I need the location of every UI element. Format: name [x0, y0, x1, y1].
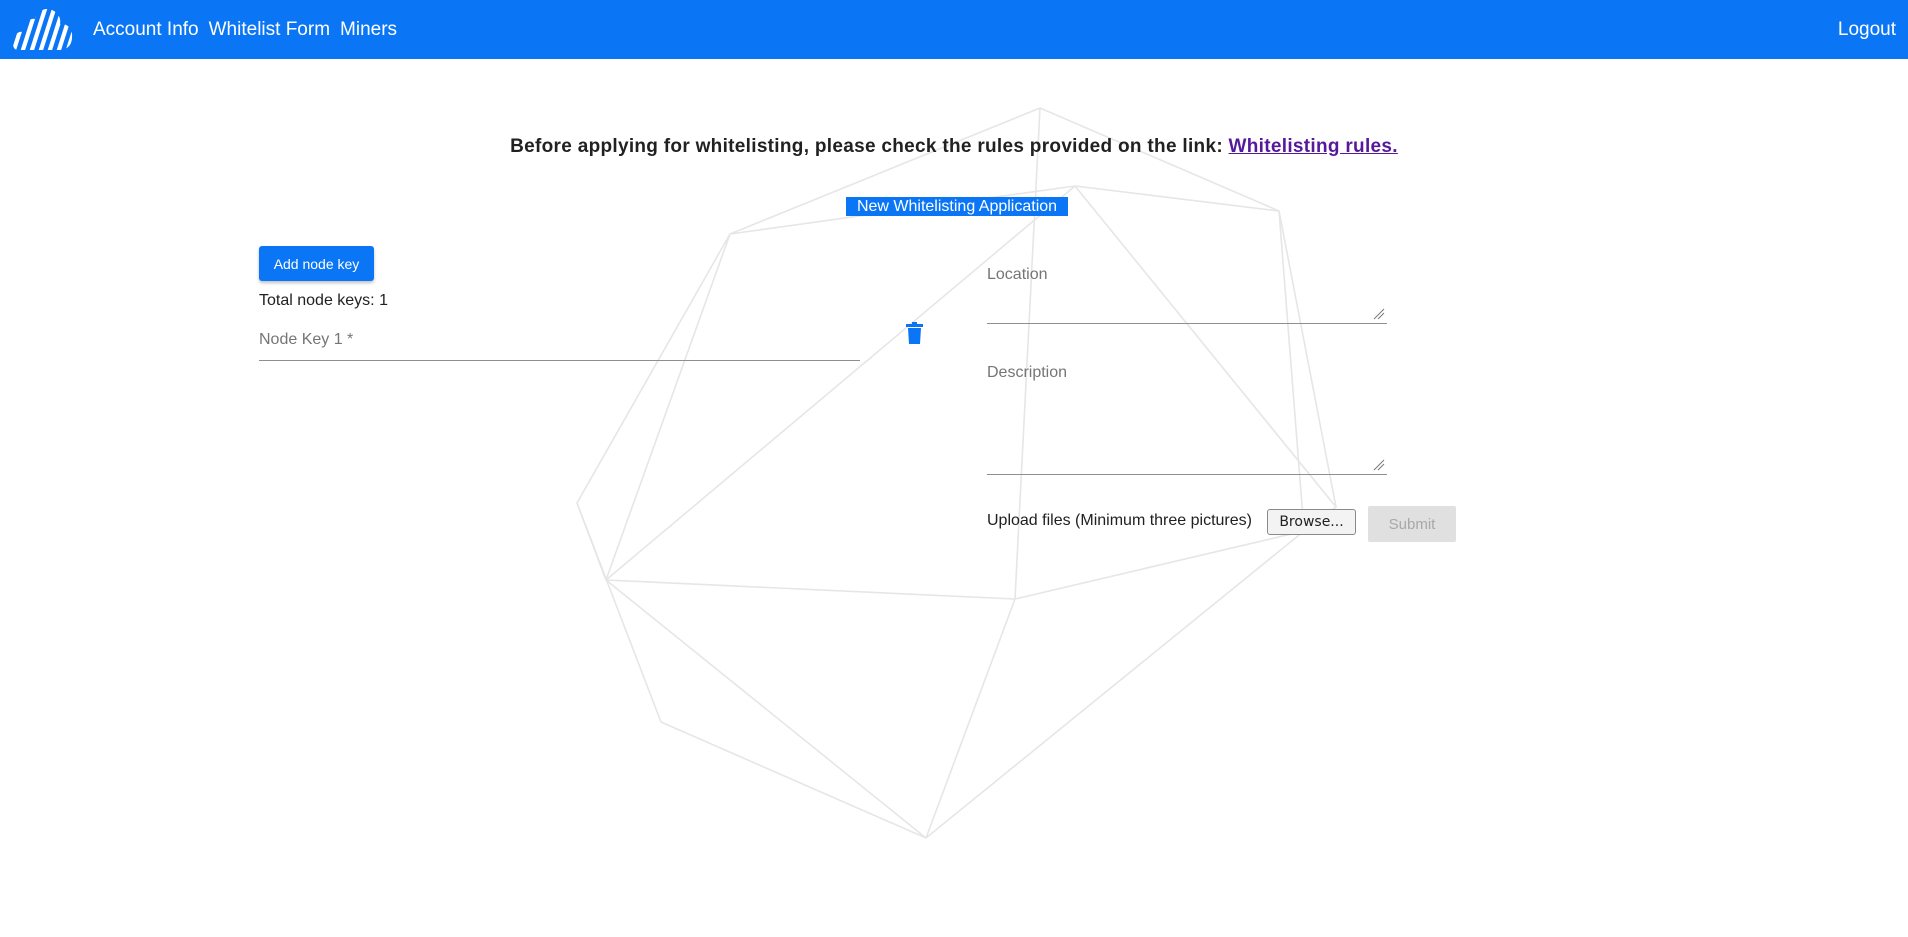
location-label: Location [987, 266, 1048, 283]
node-key-1-field[interactable]: Node Key 1 * [259, 322, 860, 361]
background-wireframe [576, 107, 1337, 839]
nav-account-info[interactable]: Account Info [93, 19, 199, 41]
cloud-stripes-icon[interactable] [12, 6, 74, 52]
form-title: New Whitelisting Application [846, 197, 1068, 216]
whitelisting-rules-link[interactable]: Whitelisting rules. [1229, 136, 1398, 157]
location-field[interactable]: Location [987, 262, 1387, 324]
description-label: Description [987, 364, 1068, 381]
top-navbar: Account Info Whitelist Form Miners Logou… [0, 0, 1908, 59]
total-node-keys: Total node keys: 1 [259, 292, 388, 309]
node-key-1-label: Node Key 1 * [259, 331, 354, 348]
trash-icon[interactable] [906, 322, 923, 344]
upload-files-label: Upload files (Minimum three pictures) [987, 512, 1252, 529]
nav-miners[interactable]: Miners [340, 19, 397, 41]
resize-grip-icon[interactable] [1373, 459, 1385, 471]
resize-grip-icon[interactable] [1373, 308, 1385, 320]
logout-link[interactable]: Logout [1838, 0, 1896, 59]
submit-button: Submit [1368, 506, 1456, 542]
notice-text: Before applying for whitelisting, please… [510, 136, 1229, 157]
nav-whitelist-form[interactable]: Whitelist Form [209, 19, 330, 41]
browse-button[interactable]: Browse... [1267, 509, 1356, 535]
add-node-key-button[interactable]: Add node key [259, 246, 374, 281]
description-field[interactable]: Description [987, 360, 1387, 475]
nav-links: Account Info Whitelist Form Miners [93, 0, 397, 59]
whitelist-notice: Before applying for whitelisting, please… [0, 136, 1908, 158]
